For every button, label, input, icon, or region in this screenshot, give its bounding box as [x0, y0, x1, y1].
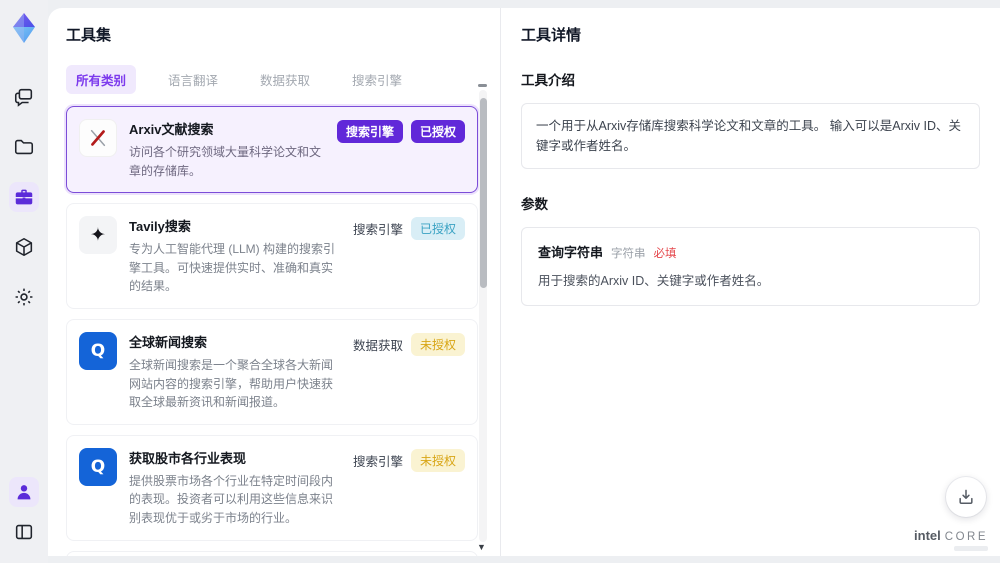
brand-core-text: core — [944, 531, 988, 543]
intel-core-logo: intel core — [914, 528, 988, 551]
intro-text-box: 一个用于从Arxiv存储库搜索科学论文和文章的工具。 输入可以是Arxiv ID… — [521, 103, 980, 169]
chat-icon[interactable] — [9, 82, 39, 112]
folder-icon[interactable] — [9, 132, 39, 162]
param-name: 查询字符串 — [538, 245, 604, 260]
tool-category-label: 数据获取 — [352, 338, 403, 353]
sidebar-rail — [0, 0, 48, 563]
tool-description: 专为人工智能代理 (LLM) 构建的搜索引擎工具。可快速提供实时、准确和真实的结… — [129, 242, 336, 294]
brand-intel-text: intel — [914, 528, 941, 543]
tool-status-chip: 未授权 — [410, 448, 465, 472]
tools-list-section: 工具集 所有类别 语言翻译 数据获取 搜索引擎 Arxiv文献搜索 访问各个研究… — [48, 8, 500, 556]
layout-panel-icon[interactable] — [9, 517, 39, 547]
brand-subline — [954, 546, 988, 551]
param-required-badge: 必填 — [653, 248, 677, 260]
sidebar-bottom — [9, 477, 39, 547]
params-heading: 参数 — [521, 197, 548, 212]
toolbox-icon[interactable] — [9, 182, 39, 212]
tool-name: 获取股市各行业表现 — [129, 450, 247, 466]
param-type: 字符串 — [611, 248, 646, 260]
tab-search-engine[interactable]: 搜索引擎 — [342, 65, 412, 94]
tool-card-sector-performance[interactable]: Q 获取股市各行业表现 提供股票市场各个行业在特定时间段内的表现。投资者可以利用… — [66, 434, 478, 541]
tool-name: Arxiv文献搜索 — [129, 122, 214, 137]
param-description: 用于搜索的Arxiv ID、关键字或作者姓名。 — [538, 274, 770, 288]
tool-name: 全球新闻搜索 — [129, 334, 208, 350]
scrollbar-thumb[interactable] — [479, 98, 487, 288]
settings-gear-icon[interactable] — [9, 282, 39, 312]
tool-status-chip: 未授权 — [410, 332, 465, 356]
tab-language-translation[interactable]: 语言翻译 — [158, 65, 228, 94]
sidebar-nav — [9, 82, 39, 312]
arxiv-logo-icon — [79, 119, 117, 157]
tool-name: Tavily搜索 — [129, 219, 191, 235]
scroll-up-control[interactable] — [478, 84, 487, 87]
tab-data-fetch[interactable]: 数据获取 — [250, 65, 320, 94]
download-button[interactable] — [946, 477, 986, 517]
app-logo-icon — [6, 10, 42, 46]
tool-card-tavily[interactable]: ✦ Tavily搜索 专为人工智能代理 (LLM) 构建的搜索引擎工具。可快速提… — [66, 203, 478, 309]
tool-status-chip: 已授权 — [410, 120, 465, 143]
tool-card-active-stocks[interactable]: Q 获取市场最活跃股票信息 提供当天交易量最高的股票列表，投资者可以利用这些信息… — [66, 550, 478, 556]
tool-category-chip: 搜索引擎 — [336, 120, 403, 143]
param-card: 查询字符串 字符串 必填 用于搜索的Arxiv ID、关键字或作者姓名。 — [521, 227, 980, 306]
tool-description: 全球新闻搜索是一个聚合全球各大新闻网站内容的搜索引擎，帮助用户快速获取全球最新资… — [129, 357, 334, 410]
tool-category-label: 搜索引擎 — [352, 454, 403, 469]
tool-status-chip: 已授权 — [410, 217, 465, 241]
main-panel: 工具集 所有类别 语言翻译 数据获取 搜索引擎 Arxiv文献搜索 访问各个研究… — [48, 8, 1000, 556]
tool-description: 访问各个研究领域大量科学论文和文章的存储库。 — [129, 145, 322, 178]
tool-description: 提供股票市场各个行业在特定时间段内的表现。投资者可以利用这些信息来识别表现优于或… — [129, 473, 334, 525]
list-scrollbar[interactable] — [479, 90, 487, 542]
details-title: 工具详情 — [521, 27, 582, 44]
category-tabs: 所有类别 语言翻译 数据获取 搜索引擎 — [66, 65, 500, 94]
tool-card-arxiv[interactable]: Arxiv文献搜索 访问各个研究领域大量科学论文和文章的存储库。 搜索引擎 已授… — [66, 106, 478, 194]
news-service-logo-icon: Q — [79, 331, 117, 370]
intro-heading: 工具介绍 — [521, 73, 575, 88]
cube-icon[interactable] — [9, 232, 39, 262]
user-icon[interactable] — [9, 477, 39, 507]
download-icon — [959, 489, 973, 504]
scroll-down-icon[interactable]: ▼ — [477, 542, 486, 552]
tools-list: Arxiv文献搜索 访问各个研究领域大量科学论文和文章的存储库。 搜索引擎 已授… — [66, 106, 478, 556]
tool-card-global-news[interactable]: Q 全球新闻搜索 全球新闻搜索是一个聚合全球各大新闻网站内容的搜索引擎，帮助用户… — [66, 318, 478, 425]
finance-service-logo-icon: Q — [79, 447, 117, 486]
tool-category-label: 搜索引擎 — [352, 223, 403, 238]
page-title: 工具集 — [66, 27, 112, 44]
tool-details-section: 工具详情 工具介绍 一个用于从Arxiv存储库搜索科学论文和文章的工具。 输入可… — [500, 8, 1000, 556]
tavily-star-icon: ✦ — [79, 216, 117, 255]
tab-all-categories[interactable]: 所有类别 — [66, 65, 137, 94]
